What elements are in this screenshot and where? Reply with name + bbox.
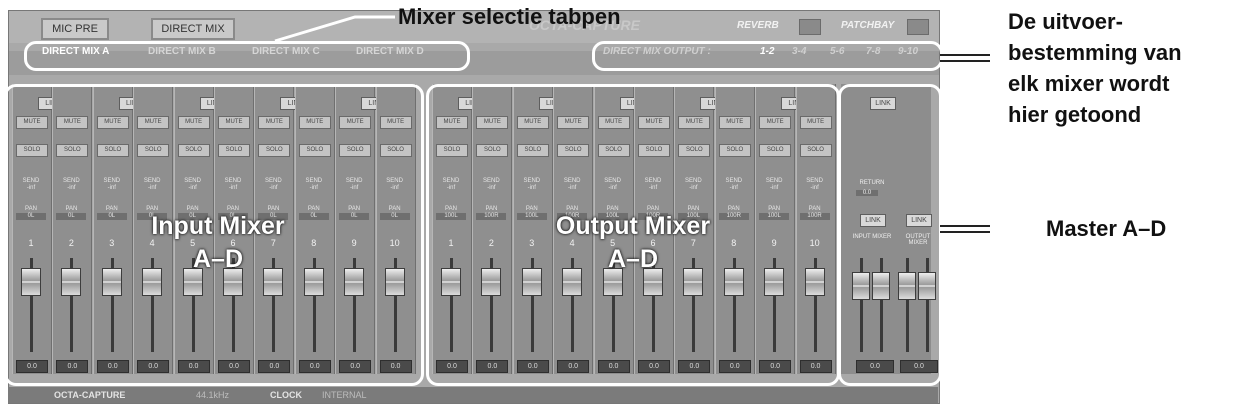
input-overlay-line-2: A–D	[192, 245, 243, 273]
output-mixer-overlay: Output Mixer A–D	[528, 210, 738, 276]
master-callout-text: Master A–D	[1046, 216, 1167, 241]
output-overlay-line-1: Output Mixer	[555, 212, 711, 240]
output-callout-line-3: elk mixer wordt	[1008, 71, 1170, 96]
output-overlay-line-2: A–D	[607, 245, 658, 273]
input-mixer-overlay: Input Mixer A–D	[118, 210, 318, 276]
output-callout-text: De uitvoer- bestemming van elk mixer wor…	[1008, 6, 1182, 130]
output-callout-line-1: De uitvoer-	[1008, 9, 1123, 34]
tabs-callout-text: Mixer selectie tabpen	[398, 4, 621, 29]
input-overlay-line-1: Input Mixer	[151, 212, 285, 240]
screenshot: MIC PRE DIRECT MIX OCTA-CAPTURE REVERB P…	[0, 0, 1237, 407]
output-callout-line-4: hier getoond	[1008, 102, 1142, 127]
output-callout-line-2: bestemming van	[1008, 40, 1182, 65]
